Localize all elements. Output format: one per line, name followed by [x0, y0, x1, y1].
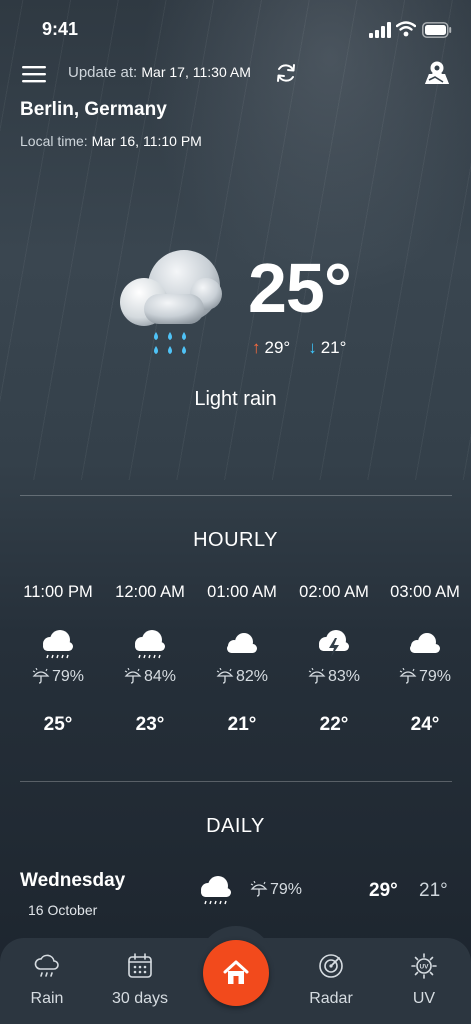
rain-cloud-icon	[34, 954, 59, 977]
hour-temp: 24°	[410, 714, 440, 735]
uv-sun-icon: UV	[411, 953, 437, 979]
humidity-umbrella-icon	[250, 880, 268, 897]
rain-cloud-icon	[135, 630, 165, 659]
hour-time: 11:00 PM	[23, 583, 93, 601]
hourly-item[interactable]: 02:00 AM 83% 22°	[288, 580, 380, 736]
day-name: Wednesday	[20, 870, 126, 891]
arrow-down-icon: ↓	[308, 338, 317, 357]
hourly-item[interactable]: 11:00 PM 79% 25°	[12, 580, 104, 736]
high-low: ↑ 29° ↓ 21°	[252, 338, 346, 358]
radar-icon	[319, 954, 343, 978]
nav-uv[interactable]: UV UV	[384, 952, 464, 1008]
battery-icon	[422, 22, 452, 38]
hourly-forecast[interactable]: 11:00 PM 79% 25° 12:00 AM 84% 23° 01:00 …	[12, 580, 471, 750]
wifi-icon	[396, 21, 416, 37]
humidity-umbrella-icon	[216, 667, 234, 684]
local-time: Local time: Mar 16, 11:10 PM	[20, 133, 202, 149]
nav-label: Rain	[30, 990, 64, 1007]
cloud-icon	[227, 633, 257, 653]
high-temp: 29°	[264, 338, 291, 357]
hourly-item[interactable]: 01:00 AM 82% 21°	[196, 580, 288, 736]
home-icon	[223, 960, 249, 984]
cloud-icon	[410, 633, 440, 653]
local-time-label: Local time:	[20, 133, 88, 149]
hour-humidity: 84%	[104, 666, 196, 688]
local-time-value: Mar 16, 11:10 PM	[91, 133, 202, 149]
nav-rain[interactable]: Rain	[7, 952, 87, 1008]
nav-radar[interactable]: Radar	[291, 952, 371, 1008]
hour-humidity: 82%	[196, 666, 288, 688]
signal-icon	[369, 22, 391, 38]
refresh-icon[interactable]	[275, 62, 297, 84]
hour-temp: 25°	[43, 714, 73, 735]
hour-temp: 21°	[227, 714, 257, 735]
menu-icon[interactable]	[22, 64, 46, 84]
rain-cloud-icon	[201, 876, 231, 905]
hour-time: 03:00 AM	[390, 583, 460, 601]
low-temp: 21°	[320, 338, 347, 357]
hour-time: 02:00 AM	[299, 583, 369, 601]
update-info: Update at: Mar 17, 11:30 AM	[68, 64, 251, 81]
svg-text:UV: UV	[419, 964, 429, 971]
divider	[20, 781, 452, 782]
rain-cloud-icon	[120, 250, 222, 354]
status-time: 9:41	[42, 19, 79, 39]
hour-time: 12:00 AM	[115, 583, 185, 601]
hour-humidity: 83%	[288, 666, 380, 688]
hourly-item[interactable]: 12:00 AM 84% 23°	[104, 580, 196, 736]
hour-temp: 22°	[319, 714, 349, 735]
hour-time: 01:00 AM	[207, 583, 277, 601]
humidity-umbrella-icon	[308, 667, 326, 684]
update-label: Update at:	[68, 64, 138, 81]
hour-temp: 23°	[135, 714, 165, 735]
daily-title: DAILY	[206, 815, 265, 837]
calendar-icon	[128, 953, 152, 978]
current-temperature: 25°	[248, 249, 352, 327]
humidity-umbrella-icon	[399, 667, 417, 684]
day-humidity: 79%	[250, 880, 302, 899]
nav-label: Radar	[309, 990, 353, 1007]
city-name: Berlin, Germany	[20, 99, 167, 120]
weather-condition: Light rain	[194, 388, 277, 410]
hour-humidity: 79%	[12, 666, 104, 688]
nav-label: UV	[412, 990, 436, 1007]
day-high: 29°	[369, 880, 398, 901]
nav-label: 30 days	[111, 990, 169, 1007]
hour-humidity: 79%	[379, 666, 471, 688]
humidity-umbrella-icon	[124, 667, 142, 684]
thunderstorm-icon	[319, 630, 349, 657]
home-button[interactable]	[203, 940, 269, 1006]
daily-row[interactable]: Wednesday 16 October 79% 29° 21°	[0, 866, 471, 926]
map-location-icon[interactable]	[423, 60, 451, 86]
status-bar: 9:41	[0, 0, 471, 56]
update-time: Mar 17, 11:30 AM	[141, 64, 251, 80]
hourly-item[interactable]: 03:00 AM 79% 24°	[379, 580, 471, 736]
rain-cloud-icon	[43, 630, 73, 659]
hourly-title: HOURLY	[193, 529, 278, 551]
humidity-umbrella-icon	[32, 667, 50, 684]
divider	[20, 495, 452, 496]
day-date: 16 October	[28, 902, 98, 918]
nav-30-days[interactable]: 30 days	[100, 952, 180, 1008]
day-low: 21°	[419, 880, 448, 901]
arrow-up-icon: ↑	[252, 338, 261, 357]
